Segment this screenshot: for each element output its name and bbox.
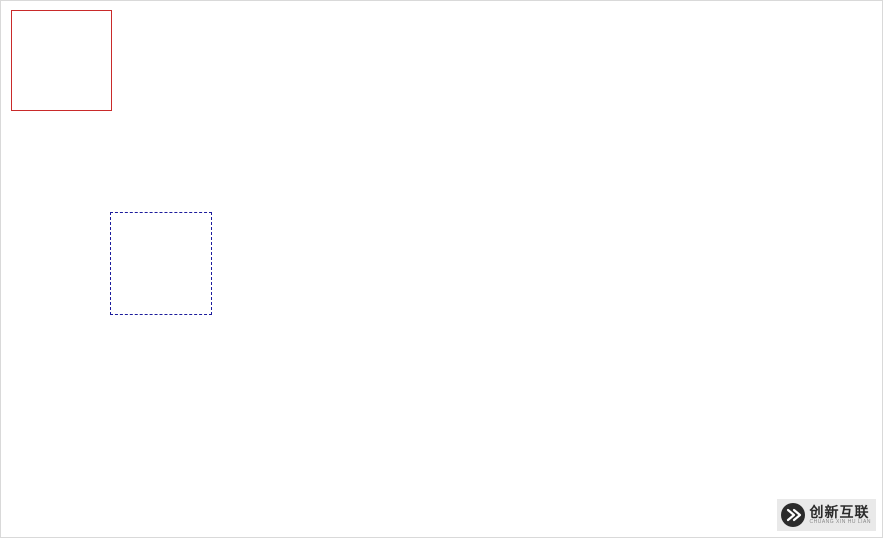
watermark-main-text: 创新互联 <box>809 505 871 519</box>
watermark-sub-text: CHUANG XIN HU LIAN <box>809 520 871 525</box>
solid-red-rectangle <box>11 10 112 111</box>
dashed-blue-rectangle <box>110 212 212 315</box>
watermark-badge: 创新互联 CHUANG XIN HU LIAN <box>777 499 876 531</box>
watermark-logo-icon <box>781 503 805 527</box>
drawing-canvas: 创新互联 CHUANG XIN HU LIAN <box>0 0 883 538</box>
watermark-text: 创新互联 CHUANG XIN HU LIAN <box>809 505 871 525</box>
